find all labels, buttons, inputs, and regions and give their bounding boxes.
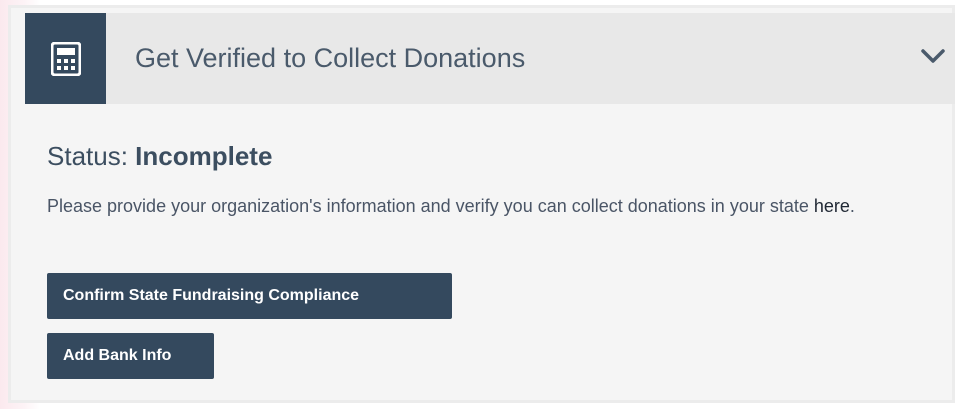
description-text: Please provide your organization's infor… [47, 189, 907, 223]
panel-header[interactable]: Get Verified to Collect Donations [25, 13, 955, 104]
confirm-compliance-button[interactable]: Confirm State Fundraising Compliance [47, 273, 452, 319]
calculator-icon [25, 13, 106, 104]
add-bank-info-button[interactable]: Add Bank Info [47, 333, 214, 379]
status-value: Incomplete [135, 141, 273, 171]
verification-panel: Get Verified to Collect Donations Status… [8, 5, 955, 403]
description-body: Please provide your organization's infor… [47, 196, 814, 216]
panel-title: Get Verified to Collect Donations [135, 43, 526, 73]
description-period: . [849, 196, 855, 216]
status-line: Status: Incomplete [47, 141, 272, 172]
here-link[interactable]: here [814, 196, 850, 216]
status-label: Status: [47, 141, 128, 171]
chevron-down-icon[interactable] [919, 45, 947, 67]
